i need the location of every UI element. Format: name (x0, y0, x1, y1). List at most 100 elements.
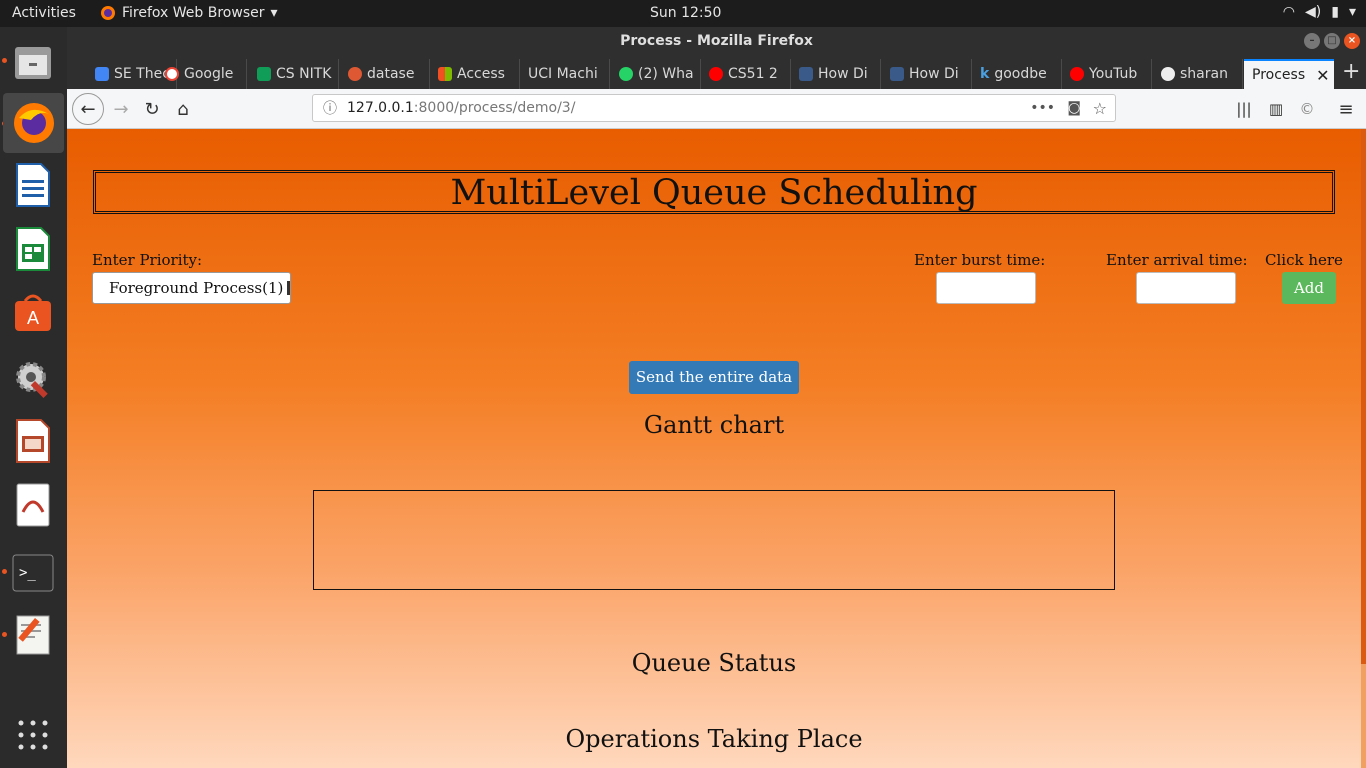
tab[interactable]: Access (430, 59, 520, 89)
firefox-icon (101, 6, 115, 20)
gantt-chart-heading: Gantt chart (643, 411, 785, 439)
close-button[interactable]: × (1344, 33, 1360, 49)
page-scrollbar[interactable] (1361, 129, 1366, 768)
tab-label: Access (457, 66, 505, 82)
software-center-icon[interactable]: A (9, 289, 57, 337)
whatsapp-icon (619, 67, 633, 81)
clock[interactable]: Sun 12:50 (650, 5, 721, 21)
system-top-bar: Activities Firefox Web Browser ▾ Sun 12:… (0, 0, 1366, 27)
page-icon (799, 67, 813, 81)
app-menu[interactable]: Firefox Web Browser ▾ (100, 5, 278, 21)
window-title: Process - Mozilla Firefox (620, 33, 813, 49)
impress-icon[interactable] (9, 417, 57, 465)
gantt-chart-area (313, 490, 1115, 590)
new-tab-button[interactable]: + (1342, 59, 1360, 84)
document-viewer-icon[interactable] (9, 481, 57, 529)
tab[interactable]: sharan (1153, 59, 1243, 89)
calc-icon[interactable] (9, 225, 57, 273)
priority-selected-value: Foreground Process(1) (109, 279, 284, 297)
tab-label: YouTub (1089, 66, 1138, 82)
tab[interactable]: CS NITK (249, 59, 339, 89)
navigation-toolbar: ← → ↻ ⌂ ⓘ 127.0.0.1:8000/process/demo/3/… (67, 89, 1366, 129)
sidebar-icon[interactable]: ▥ (1262, 95, 1290, 123)
tab-label: CS NITK (276, 66, 332, 82)
tab[interactable]: How Di (882, 59, 972, 89)
window-title-bar: Process - Mozilla Firefox – □ × (67, 27, 1366, 55)
show-applications-icon[interactable] (9, 711, 57, 759)
app-menu-label: Firefox Web Browser (122, 5, 265, 21)
tab[interactable]: datase (340, 59, 430, 89)
svg-text:A: A (27, 308, 39, 328)
back-button[interactable]: ← (72, 93, 104, 125)
text-editor-icon[interactable] (9, 610, 57, 658)
page-title: MultiLevel Queue Scheduling (93, 170, 1335, 214)
terminal-icon[interactable]: >_ (9, 549, 57, 597)
send-data-button[interactable]: Send the entire data (629, 361, 799, 394)
chevron-down-icon: ▾ (1348, 4, 1356, 20)
menu-icon[interactable]: ≡ (1332, 95, 1360, 123)
tab[interactable]: YouTub (1062, 59, 1152, 89)
priority-label: Enter Priority: (92, 251, 203, 269)
tab-label: sharan (1180, 66, 1228, 82)
activities-button[interactable]: Activities (12, 5, 76, 21)
arrival-time-input[interactable] (1136, 272, 1236, 304)
tab-label: Process (1252, 67, 1306, 83)
url-bar[interactable]: ⓘ 127.0.0.1:8000/process/demo/3/ ••• ◙ ☆ (312, 94, 1116, 122)
tab[interactable]: k goodbe (972, 59, 1062, 89)
url-path: :8000/process/demo/3/ (413, 100, 576, 116)
tab-label: How Di (818, 66, 868, 82)
forward-button[interactable]: → (107, 95, 135, 123)
running-indicator (2, 58, 7, 63)
microsoft-icon (438, 67, 452, 81)
docs-icon (95, 67, 109, 81)
tab[interactable]: UCI Machi (520, 59, 610, 89)
operations-heading: Operations Taking Place (565, 725, 863, 753)
scrollbar-thumb[interactable] (1361, 129, 1366, 664)
tab-active[interactable]: Process ✕ (1244, 59, 1334, 89)
page-content: MultiLevel Queue Scheduling Enter Priori… (67, 129, 1361, 768)
volume-icon: ◀) (1305, 4, 1322, 20)
tab-label: CS51 2 (728, 66, 778, 82)
info-icon[interactable]: ⓘ (323, 98, 337, 118)
queue-status-heading: Queue Status (631, 649, 797, 677)
running-indicator (2, 569, 7, 574)
close-tab-icon[interactable]: ✕ (1316, 66, 1329, 85)
youtube-icon (1070, 67, 1084, 81)
k-icon: k (980, 66, 990, 82)
dock: A >_ (0, 27, 67, 768)
google-icon (165, 67, 179, 81)
burst-time-label: Enter burst time: (914, 251, 1046, 269)
writer-icon[interactable] (9, 161, 57, 209)
maximize-button[interactable]: □ (1324, 33, 1340, 49)
bookmark-star-icon[interactable]: ☆ (1093, 99, 1107, 118)
tab[interactable]: (2) Wha (611, 59, 701, 89)
priority-select[interactable]: Foreground Process(1) (92, 272, 291, 304)
github-icon (1161, 67, 1175, 81)
extension-icon[interactable]: © (1293, 95, 1321, 123)
classroom-icon (257, 67, 271, 81)
home-button[interactable]: ⌂ (169, 95, 197, 123)
add-button[interactable]: Add (1282, 272, 1336, 304)
reload-button[interactable]: ↻ (138, 95, 166, 123)
url-host: 127.0.0.1 (347, 100, 414, 116)
tab[interactable]: CS51 2 (701, 59, 791, 89)
battery-icon: ▮ (1331, 4, 1339, 20)
page-actions-icon[interactable]: ••• (1030, 100, 1055, 116)
svg-text:>_: >_ (19, 565, 36, 581)
settings-icon[interactable] (9, 353, 57, 401)
burst-time-input[interactable] (936, 272, 1036, 304)
chevron-down-icon (287, 281, 290, 295)
pocket-icon[interactable]: ◙ (1067, 100, 1081, 116)
files-icon[interactable] (9, 39, 57, 87)
wifi-icon: ◠ (1282, 4, 1296, 20)
minimize-button[interactable]: – (1304, 33, 1320, 49)
click-here-label: Click here (1265, 251, 1343, 269)
tab[interactable]: How Di (791, 59, 881, 89)
tab-label: Google (184, 66, 234, 82)
chevron-down-icon: ▾ (270, 5, 278, 21)
system-tray[interactable]: ◠ ◀) ▮ ▾ (1283, 4, 1356, 20)
library-icon[interactable]: ||| (1230, 95, 1258, 123)
firefox-icon[interactable] (3, 93, 64, 153)
tab[interactable]: Google (157, 59, 247, 89)
tab-label: datase (367, 66, 415, 82)
